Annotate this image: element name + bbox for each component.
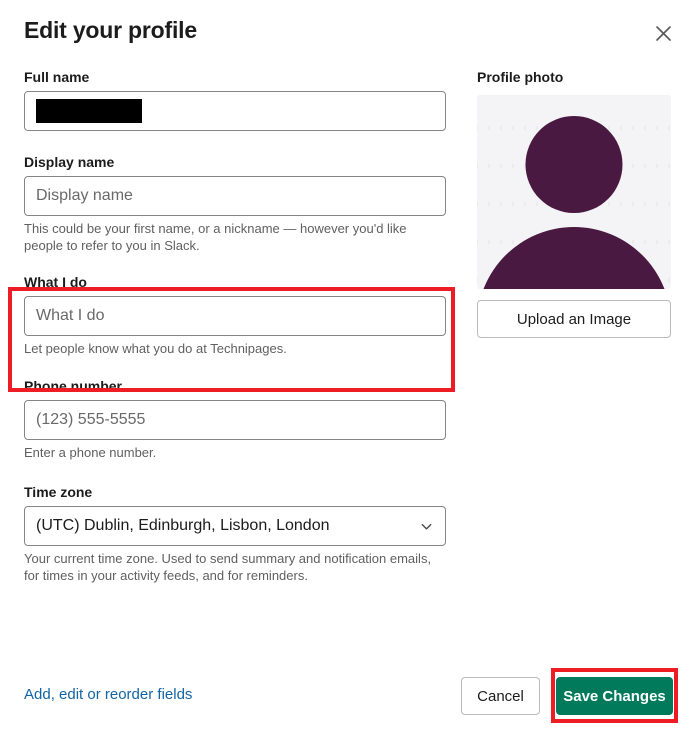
time-zone-label: Time zone [24, 484, 93, 500]
phone-number-input[interactable]: (123) 555-5555 [24, 400, 446, 440]
what-i-do-placeholder: What I do [36, 307, 105, 324]
time-zone-value: (UTC) Dublin, Edinburgh, Lisbon, London [36, 517, 330, 534]
time-zone-helper: Your current time zone. Used to send sum… [24, 551, 432, 583]
phone-number-label: Phone number [24, 378, 123, 394]
field-full-name: Full name [24, 68, 446, 131]
close-icon[interactable] [650, 20, 676, 46]
upload-image-button[interactable]: Upload an Image [477, 300, 671, 338]
edit-profile-dialog: Edit your profile Full name Display name… [0, 0, 694, 732]
person-avatar-icon [525, 116, 623, 213]
full-name-label: Full name [24, 69, 90, 85]
save-changes-button[interactable]: Save Changes [556, 677, 673, 715]
profile-photo-section: Profile photo Upload an Image [477, 68, 671, 338]
phone-number-placeholder: (123) 555-5555 [36, 411, 146, 428]
profile-form: Full name Display name Display name This… [24, 68, 446, 584]
profile-photo-label: Profile photo [477, 69, 564, 85]
chevron-down-icon [419, 519, 434, 534]
display-name-helper: This could be your first name, or a nick… [24, 221, 407, 253]
add-edit-reorder-fields-link[interactable]: Add, edit or reorder fields [24, 686, 192, 703]
cancel-button[interactable]: Cancel [461, 677, 540, 715]
display-name-input[interactable]: Display name [24, 176, 446, 216]
redaction-bar [36, 99, 142, 123]
full-name-input[interactable] [24, 91, 446, 131]
person-avatar-body [477, 227, 671, 289]
page-title: Edit your profile [24, 17, 197, 43]
field-display-name: Display name Display name This could be … [24, 153, 446, 254]
phone-number-helper: Enter a phone number. [24, 445, 157, 460]
time-zone-select[interactable]: (UTC) Dublin, Edinburgh, Lisbon, London [24, 506, 446, 546]
field-phone-number: Phone number (123) 555-5555 Enter a phon… [24, 377, 446, 461]
what-i-do-label: What I do [24, 274, 87, 290]
what-i-do-input[interactable]: What I do [24, 296, 446, 336]
field-what-i-do: What I do What I do Let people know what… [24, 273, 446, 357]
what-i-do-helper: Let people know what you do at Technipag… [24, 341, 287, 356]
avatar [477, 95, 671, 289]
display-name-label: Display name [24, 154, 115, 170]
display-name-placeholder: Display name [36, 187, 133, 204]
field-time-zone: Time zone (UTC) Dublin, Edinburgh, Lisbo… [24, 483, 446, 584]
